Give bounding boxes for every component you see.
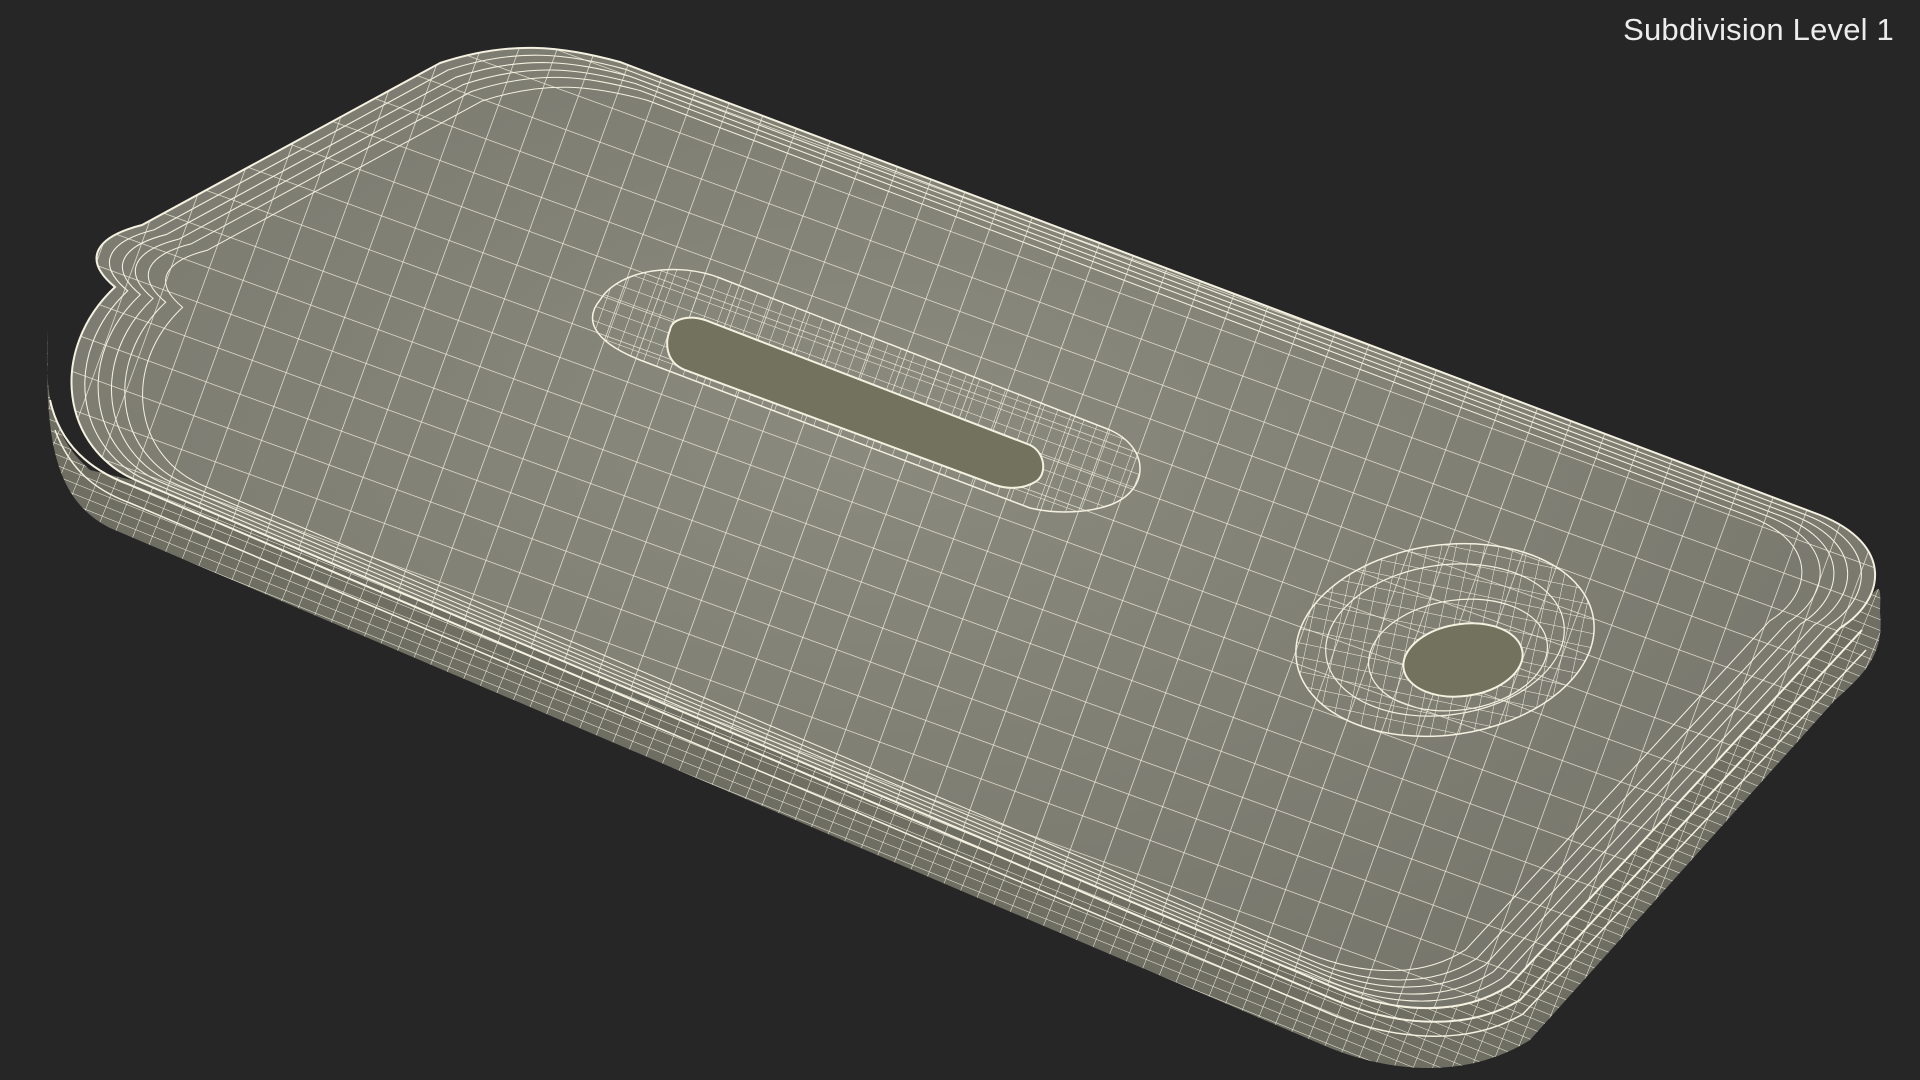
render-viewport: Subdivision Level 1: [0, 0, 1920, 1080]
wireframe-model: [46, 46, 1881, 1069]
subdivision-level-label: Subdivision Level 1: [1623, 12, 1894, 47]
